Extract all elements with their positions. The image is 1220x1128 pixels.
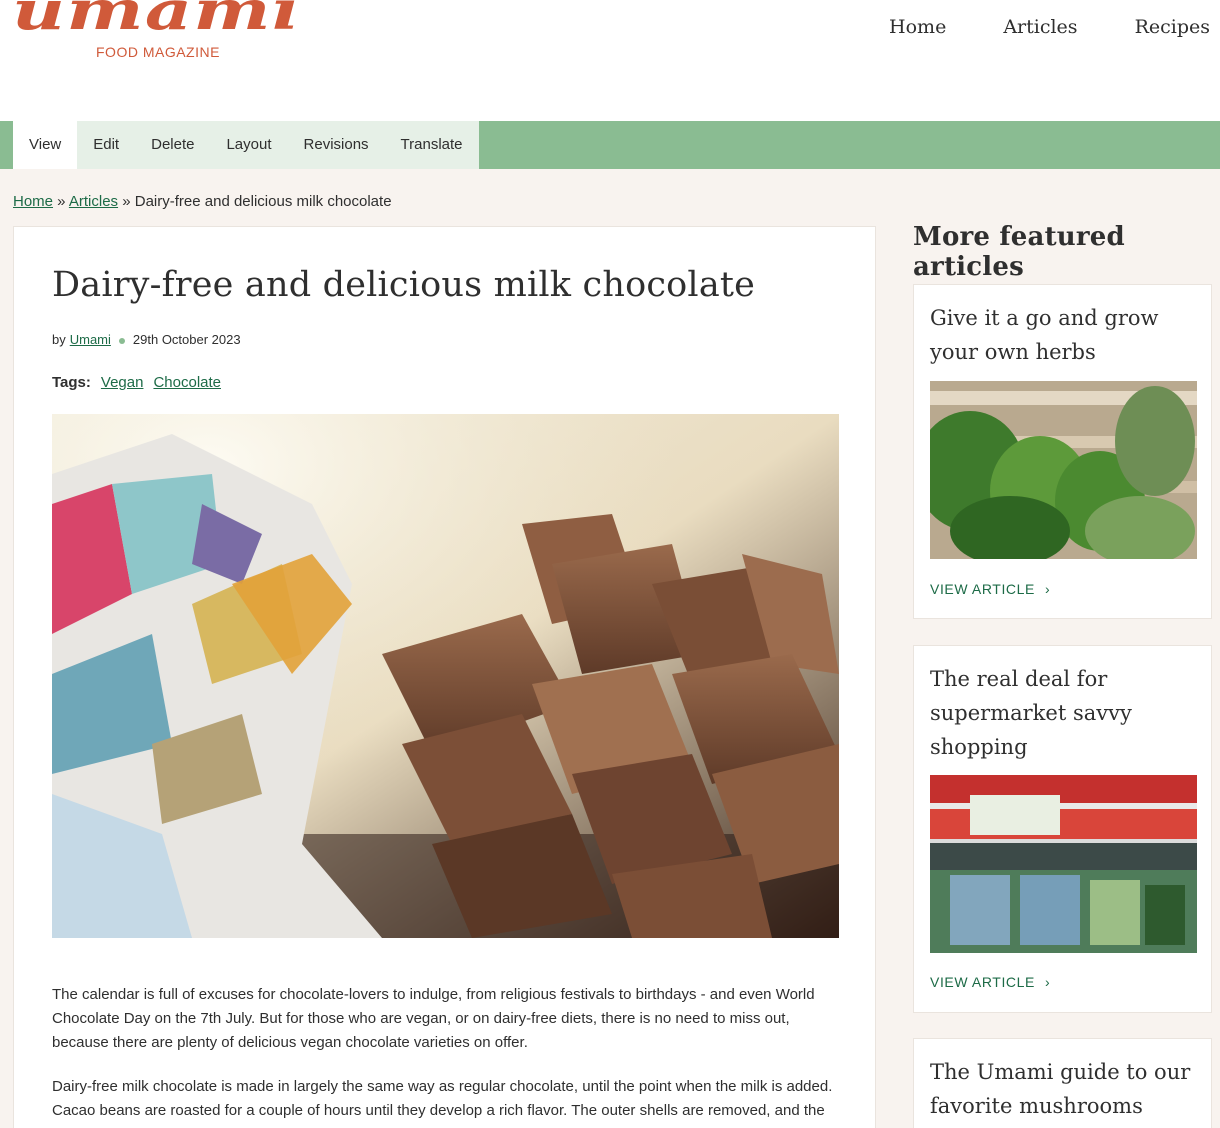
view-article-link[interactable]: VIEW ARTICLE › [930,974,1050,990]
herbs-photo [930,381,1197,559]
nav-home-link[interactable]: Home [889,16,946,38]
herbs-image[interactable] [930,381,1197,559]
breadcrumb-separator: » [118,193,135,210]
breadcrumb-current: Dairy-free and delicious milk chocolate [134,193,392,210]
tab-revisions[interactable]: Revisions [288,121,385,169]
byline-by-label: by [52,332,66,347]
view-article-label[interactable]: VIEW ARTICLE [930,581,1035,597]
article-tags: Tags: Vegan Chocolate [52,374,231,391]
featured-article-card[interactable]: Give it a go and grow your own herbs VIE… [913,284,1212,619]
article-paragraph: The calendar is full of excuses for choc… [52,986,815,1051]
nav-articles-link[interactable]: Articles [1003,16,1077,38]
local-tasks-tabs: View Edit Delete Layout Revisions Transl… [13,121,479,169]
featured-article-title[interactable]: Give it a go and grow your own herbs [930,301,1200,369]
article-byline: by Umami 29th October 2023 [52,332,241,347]
article-date: 29th October 2023 [132,332,241,347]
article-paragraph: Dairy-free milk chocolate is made in lar… [52,1078,833,1119]
page-title: Dairy-free and delicious milk chocolate [52,265,756,305]
featured-article-card[interactable]: The Umami guide to our favorite mushroom… [913,1038,1212,1128]
sidebar-title: More featured articles [913,222,1125,282]
byline-dot-icon [118,337,125,344]
tag-link-chocolate[interactable]: Chocolate [153,374,221,391]
breadcrumb: Home » Articles » Dairy-free and delicio… [13,193,392,210]
featured-article-card[interactable]: The real deal for supermarket savvy shop… [913,645,1212,1013]
tab-delete[interactable]: Delete [135,121,210,169]
supermarket-image[interactable] [930,775,1197,953]
site-header: umami FOOD MAGAZINE Home Articles Recipe… [0,0,1220,121]
author-link[interactable]: Umami [70,332,111,347]
tab-view[interactable]: View [13,121,78,169]
logo-wordmark[interactable]: umami [12,0,301,42]
chevron-right-icon: › [1044,581,1051,597]
main-navigation: Home Articles Recipes [832,16,1210,38]
logo-subtitle[interactable]: FOOD MAGAZINE [96,44,220,60]
tab-translate[interactable]: Translate [385,121,479,169]
tag-link-vegan[interactable]: Vegan [101,374,144,391]
article-card: Dairy-free and delicious milk chocolate … [13,226,876,1128]
tab-layout[interactable]: Layout [210,121,287,169]
breadcrumb-home-link[interactable]: Home [13,193,53,210]
tags-label: Tags: [52,374,91,391]
breadcrumb-separator: » [53,193,69,210]
breadcrumb-articles-link[interactable]: Articles [69,193,118,210]
featured-article-title[interactable]: The Umami guide to our favorite mushroom… [930,1055,1200,1123]
article-body: The calendar is full of excuses for choc… [52,983,842,1128]
article-hero-image [52,414,839,938]
nav-recipes-link[interactable]: Recipes [1135,16,1210,38]
view-article-label[interactable]: VIEW ARTICLE [930,974,1035,990]
supermarket-photo [930,775,1197,953]
chevron-right-icon: › [1044,974,1051,990]
chocolate-photo [52,414,839,938]
view-article-link[interactable]: VIEW ARTICLE › [930,581,1050,597]
featured-article-title[interactable]: The real deal for supermarket savvy shop… [930,662,1200,764]
tab-edit[interactable]: Edit [77,121,135,169]
local-tasks-bar: View Edit Delete Layout Revisions Transl… [0,121,1220,169]
